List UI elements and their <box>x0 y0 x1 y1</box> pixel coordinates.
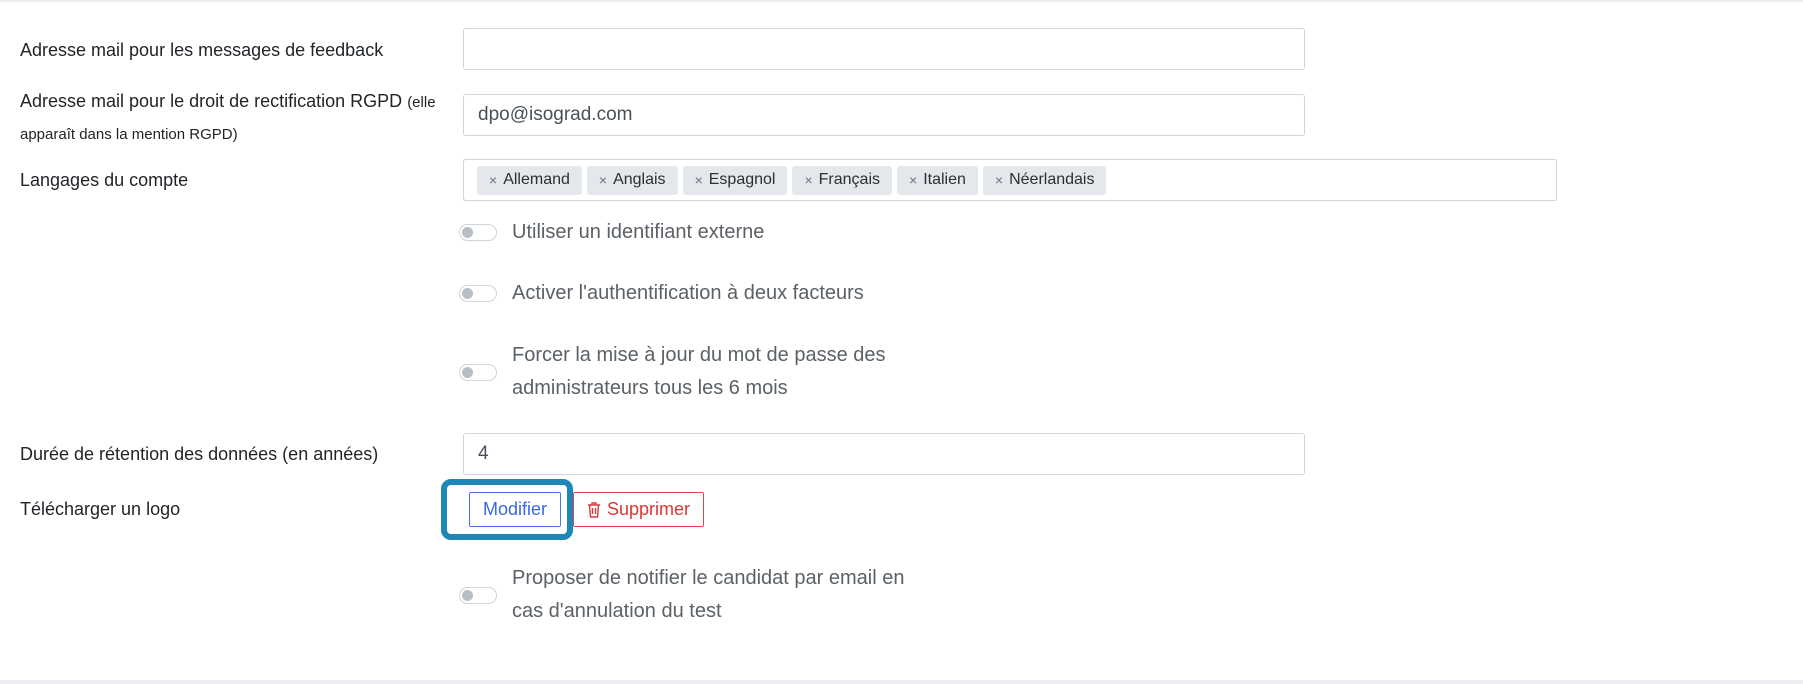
modify-logo-button[interactable]: Modifier <box>469 492 561 527</box>
language-tag-label: Néerlandais <box>1009 171 1095 188</box>
languages-multiselect[interactable]: × Allemand × Anglais × Espagnol × França… <box>463 159 1557 201</box>
language-tag: × Français <box>792 165 893 195</box>
rgpd-email-label-note-1: (elle <box>407 94 436 111</box>
remove-tag-icon[interactable]: × <box>804 172 812 188</box>
notify-candidate-label-line2: cas d'annulation du test <box>512 600 722 622</box>
delete-logo-button[interactable]: Supprimer <box>573 492 704 527</box>
language-tag: × Anglais <box>586 165 678 195</box>
remove-tag-icon[interactable]: × <box>909 172 917 188</box>
trash-icon <box>587 502 600 518</box>
language-tag-label: Anglais <box>613 171 666 188</box>
languages-label: Langages du compte <box>20 170 189 190</box>
retention-years-field[interactable] <box>463 433 1305 475</box>
notify-candidate-label-line1: Proposer de notifier le candidat par ema… <box>512 567 905 589</box>
language-tag: × Allemand <box>477 165 582 195</box>
rgpd-email-field[interactable] <box>463 94 1305 136</box>
delete-logo-label: Supprimer <box>606 499 691 519</box>
force-password-toggle-row: Forcer la mise à jour du mot de passe de… <box>459 339 886 405</box>
toggle-knob <box>462 366 473 378</box>
external-id-toggle-label: Utiliser un identifiant externe <box>512 221 765 243</box>
force-password-label-line1: Forcer la mise à jour du mot de passe de… <box>512 344 886 366</box>
toggle-knob <box>462 589 473 601</box>
feedback-email-label: Adresse mail pour les messages de feedba… <box>20 40 384 60</box>
notify-candidate-toggle[interactable] <box>459 586 497 604</box>
language-tag: × Espagnol <box>682 165 788 195</box>
external-id-toggle[interactable] <box>459 224 497 241</box>
rgpd-email-label: Adresse mail pour le droit de rectificat… <box>20 86 436 150</box>
language-tag: × Néerlandais <box>982 165 1107 195</box>
force-password-toggle[interactable] <box>459 363 497 381</box>
remove-tag-icon[interactable]: × <box>599 172 607 188</box>
rgpd-email-label-main: Adresse mail pour le droit de rectificat… <box>20 91 403 111</box>
two-factor-toggle-label: Activer l'authentification à deux facteu… <box>512 282 864 304</box>
toggle-knob <box>462 227 473 238</box>
two-factor-toggle[interactable] <box>459 285 497 302</box>
bottom-divider <box>0 680 1803 684</box>
language-tag-label: Français <box>818 171 881 188</box>
logo-label: Télécharger un logo <box>20 499 181 519</box>
language-tag: × Italien <box>897 165 978 195</box>
language-tag-label: Espagnol <box>708 171 776 188</box>
remove-tag-icon[interactable]: × <box>695 172 703 188</box>
language-tag-label: Allemand <box>503 171 570 188</box>
remove-tag-icon[interactable]: × <box>995 172 1003 188</box>
toggle-knob <box>462 288 473 299</box>
top-divider <box>0 0 1803 2</box>
retention-label: Durée de rétention des données (en année… <box>20 444 379 464</box>
force-password-label-line2: administrateurs tous les 6 mois <box>512 377 788 399</box>
feedback-email-field[interactable] <box>463 28 1305 70</box>
external-id-toggle-row: Utiliser un identifiant externe <box>459 216 764 249</box>
notify-candidate-toggle-row: Proposer de notifier le candidat par ema… <box>459 562 904 628</box>
two-factor-toggle-row: Activer l'authentification à deux facteu… <box>459 277 864 310</box>
language-tag-label: Italien <box>923 171 966 188</box>
rgpd-email-label-note-2: apparaît dans la mention RGPD) <box>20 126 238 143</box>
remove-tag-icon[interactable]: × <box>489 172 497 188</box>
notify-candidate-toggle-label: Proposer de notifier le candidat par ema… <box>512 562 904 628</box>
force-password-toggle-label: Forcer la mise à jour du mot de passe de… <box>512 339 886 405</box>
